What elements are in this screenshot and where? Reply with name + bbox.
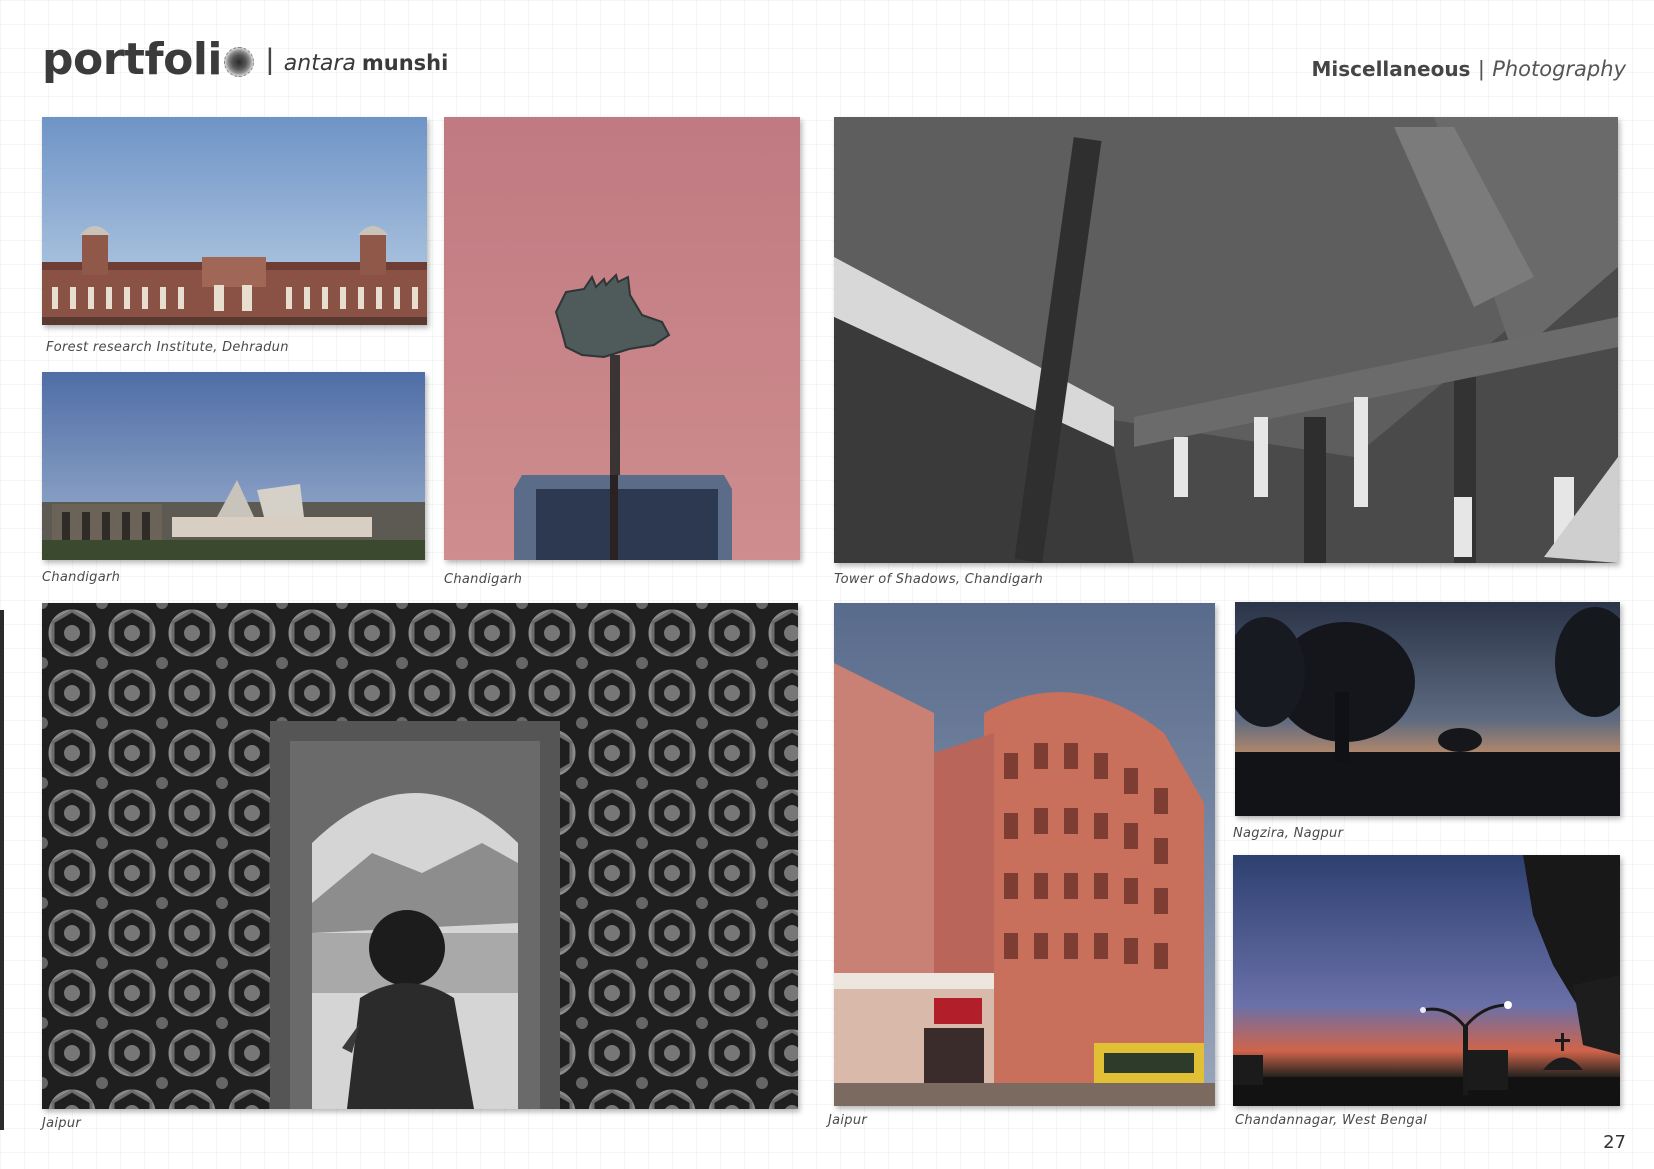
caption-tower-of-shadows: Tower of Shadows, Chandigarh: [834, 572, 1043, 587]
hawa-mahal-illustration: [834, 603, 1215, 1106]
author-first-name: antara: [283, 50, 356, 76]
brand-o-logo-icon: [224, 47, 254, 77]
header-separator: |: [266, 43, 274, 76]
section-title: Miscellaneous: [1311, 57, 1471, 81]
open-hand-illustration: [444, 117, 800, 560]
fri-illustration: [42, 117, 427, 325]
photo-chandigarh-assembly: [42, 372, 425, 560]
section-header: Miscellaneous | Photography: [1311, 56, 1626, 82]
tower-of-shadows-illustration: [834, 117, 1618, 563]
caption-chandigarh-1: Chandigarh: [42, 570, 121, 585]
chandannagar-illustration: [1233, 855, 1620, 1106]
photo-open-hand-monument: [444, 117, 800, 560]
photo-chandannagar-sunset: [1233, 855, 1620, 1106]
author-last-name: munshi: [361, 51, 449, 75]
brand-text: portfoli: [42, 34, 223, 85]
photo-nagzira-dusk: [1235, 602, 1620, 816]
photo-forest-research-institute: [42, 117, 427, 325]
section-subtitle: Photography: [1492, 57, 1626, 81]
caption-forest-research-institute: Forest research Institute, Dehradun: [46, 340, 289, 355]
photo-jaipur-jali-window: [42, 603, 798, 1109]
chandigarh-assembly-illustration: [42, 372, 425, 560]
section-separator: |: [1478, 56, 1485, 81]
photo-tower-of-shadows: [834, 117, 1618, 563]
photo-hawa-mahal-jaipur: [834, 603, 1215, 1106]
portfolio-header: portfoli | antara munshi: [42, 38, 448, 82]
caption-nagzira-nagpur: Nagzira, Nagpur: [1233, 826, 1344, 841]
caption-jaipur-2: Jaipur: [828, 1113, 868, 1128]
page-number: 27: [1603, 1132, 1626, 1153]
caption-chandigarh-2: Chandigarh: [444, 572, 523, 587]
left-edge-bar: [0, 610, 4, 1130]
nagzira-illustration: [1235, 602, 1620, 816]
jali-window-illustration: [42, 603, 798, 1109]
brand-title: portfoli: [42, 38, 254, 82]
caption-jaipur-1: Jaipur: [42, 1116, 82, 1131]
caption-chandannagar-west-bengal: Chandannagar, West Bengal: [1235, 1113, 1428, 1128]
